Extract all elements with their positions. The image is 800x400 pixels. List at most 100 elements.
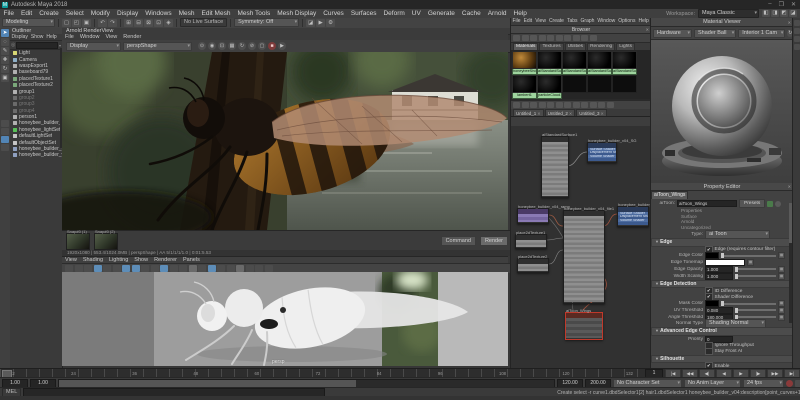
clear-graph-icon[interactable] [538,102,546,108]
map-icon[interactable]: ▦ [747,259,754,267]
channel-box-tab-icon[interactable] [794,36,800,42]
section-edge-detection[interactable]: Edge Detection [651,279,793,289]
save-scene-icon[interactable]: ▣ [82,18,91,27]
input-connections-icon[interactable] [513,102,520,108]
uv-threshold-slider[interactable] [735,307,776,313]
stay-front-checkbox[interactable] [705,347,713,356]
rearrange-graph-icon[interactable] [547,102,554,108]
menu-item[interactable]: Create [36,9,63,18]
close-tab-icon[interactable]: ✕ [537,111,540,116]
hypershade-menu-item[interactable]: Graph [579,18,596,25]
snap-plane-icon[interactable]: ⊡ [154,18,163,27]
material-swatch-aiStandardSu4[interactable]: aiStandardSu4 [612,51,637,75]
section-advanced-edge-control[interactable]: Advanced Edge Control [651,327,793,336]
tool-settings-tab-icon[interactable] [794,28,800,34]
node-file-texture[interactable]: honeybee_builder_v04_file1 [563,206,614,304]
rotate-tool-icon[interactable]: ↻ [1,65,9,73]
frame-selected-icon[interactable] [564,102,571,108]
maximize-button[interactable]: ❒ [779,1,784,8]
material-swatch[interactable] [587,75,612,99]
section-edge[interactable]: Edge [651,238,793,247]
texture-bake-icon[interactable] [775,200,782,207]
menu-item[interactable]: Curves [320,9,348,18]
pin-nodes-icon[interactable] [572,102,580,108]
snap-grid-icon[interactable]: ⊞ [124,18,133,27]
node-aistandardsurface[interactable]: aiStandardSurface1 [541,132,577,198]
browser-tab[interactable]: Rendering [587,43,616,50]
search-icon[interactable] [581,35,588,41]
redo-icon[interactable]: ↷ [108,18,117,27]
make-live-icon[interactable]: ◈ [164,18,173,27]
snap-curve-icon[interactable]: ⊟ [134,18,143,27]
layout-single-pane-button[interactable] [1,120,9,127]
snap-point-icon[interactable]: ⊠ [144,18,153,27]
material-swatch-particleCloud1[interactable]: particleCloud1 [537,75,562,99]
close-tab-icon[interactable]: ✕ [569,111,572,116]
hide-attrs-icon[interactable] [589,102,597,108]
pin-icon[interactable] [572,35,580,41]
material-swatch[interactable] [562,75,587,99]
refresh-swatches-icon[interactable] [564,35,571,41]
menu-item[interactable]: Deform [380,9,408,18]
width-scaling-slider[interactable] [735,273,776,279]
menu-item[interactable]: Arnold [484,9,510,18]
viewport-toolbar-icon[interactable] [198,265,206,272]
normal-type-dropdown[interactable]: Shading Normal [705,319,766,329]
render-image[interactable] [32,27,522,243]
menu-item[interactable]: UV [408,9,424,18]
viewport-toolbar-icon[interactable] [122,265,130,272]
show-hide-icon[interactable] [767,200,774,207]
viewport-toolbar-icon[interactable] [150,265,159,272]
edge-color-slider[interactable] [721,253,776,259]
minimize-button[interactable]: – [768,1,771,8]
filter-icon[interactable] [547,35,554,41]
snapshot-icon[interactable]: ⊙ [198,42,206,50]
help-icon[interactable] [589,35,597,41]
viewport-toolbar-icon[interactable] [93,265,102,272]
close-tab-icon[interactable]: ✕ [601,111,604,116]
property-node-tab[interactable]: aiToon_Wings [651,191,689,199]
menu-item[interactable]: Mesh Display [274,9,320,18]
render-settings-icon[interactable]: ⚙ [326,18,336,27]
material-swatch-aiStandardSu2[interactable]: aiStandardSu2 [562,51,587,75]
node-place2dtexture-2[interactable]: place2dTexture2 [517,254,549,273]
create-material-icon[interactable] [513,35,520,41]
hypershade-menu-item[interactable]: View [534,18,548,25]
node-place2dtexture-1[interactable]: place2dTexture1 [515,230,547,249]
lasso-tool-icon[interactable]: ◌ [1,38,9,46]
type-dropdown[interactable]: ai Toon [705,229,770,239]
menu-item[interactable]: Edit Mesh [198,9,234,18]
symmetry-dropdown[interactable]: Symmetry: Off [234,18,300,28]
outliner-search-input[interactable] [16,41,58,49]
region-render-icon[interactable]: ⊡ [218,42,226,50]
node-ramp[interactable]: honeybee_builder_v04_ramp [517,204,570,224]
stop-render-icon[interactable]: ■ [268,42,276,50]
output-connections-icon[interactable] [521,102,529,108]
presets-button[interactable]: Presets [739,199,766,208]
node-name-field[interactable]: aiToon_Wings [677,200,737,207]
menu-item[interactable]: Edit [17,9,35,18]
frame-all-icon[interactable] [555,102,563,108]
node-shading-group-2[interactable]: honeybee_builder_v04_SG1 Surface ShaderD… [617,202,651,227]
viewport-toolbar-icon[interactable] [103,265,111,272]
menu-item[interactable]: Surfaces [347,9,380,18]
viewer-geometry-dropdown[interactable]: Shader Ball [693,28,737,38]
editor-tab[interactable]: Untitled_3 ✕ [576,109,607,116]
start-ipr-icon[interactable]: ▶ [278,42,286,50]
menu-item[interactable]: Windows [142,9,175,18]
outliner-menu-item[interactable]: Display [10,34,29,41]
close-button[interactable]: ✕ [791,1,796,8]
viewport-toolbar-icon[interactable] [84,265,92,272]
map-icon[interactable]: ▦ [778,252,785,260]
display-dropdown[interactable]: Display [66,41,121,51]
menu-item[interactable]: Generate [424,9,458,18]
viewport-toolbar-icon[interactable] [207,265,216,272]
mask-color-slider[interactable] [721,301,776,307]
open-scene-icon[interactable]: ◰ [72,18,81,27]
browser-tab[interactable]: Materials [513,43,539,50]
panel-close-icon[interactable]: ✕ [646,27,649,32]
viewer-environment-dropdown[interactable]: Interior 1 Cam [738,28,786,38]
hypershade-menu-item[interactable]: Create [547,18,565,25]
hypershade-menu-item[interactable]: Options [617,18,637,25]
undo-icon[interactable]: ↶ [98,18,107,27]
